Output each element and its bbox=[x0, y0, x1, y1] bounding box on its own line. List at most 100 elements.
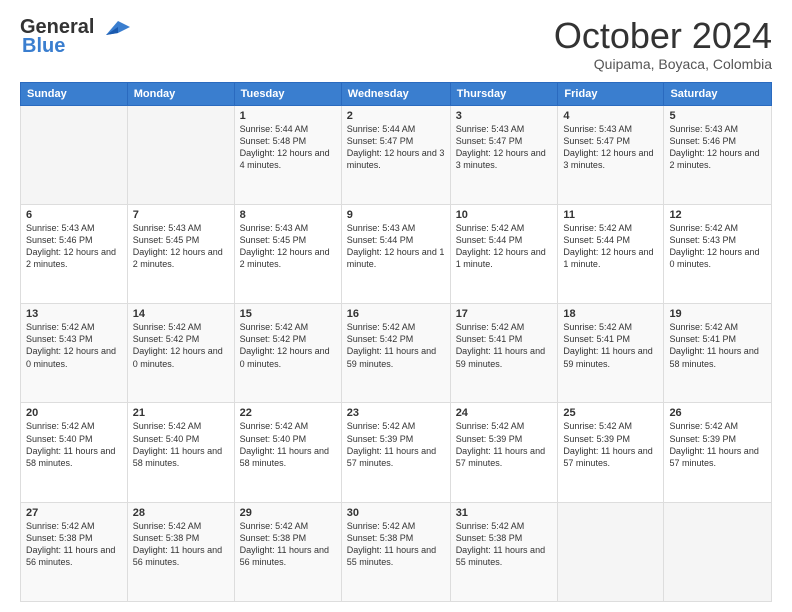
calendar-cell: 20Sunrise: 5:42 AMSunset: 5:40 PMDayligh… bbox=[21, 403, 128, 502]
calendar-header-saturday: Saturday bbox=[664, 82, 772, 105]
day-number: 18 bbox=[563, 308, 658, 320]
calendar-cell: 27Sunrise: 5:42 AMSunset: 5:38 PMDayligh… bbox=[21, 502, 128, 601]
title-block: October 2024 Quipama, Boyaca, Colombia bbox=[554, 16, 772, 72]
calendar-cell: 12Sunrise: 5:42 AMSunset: 5:43 PMDayligh… bbox=[664, 204, 772, 303]
day-number: 4 bbox=[563, 110, 658, 122]
calendar-cell: 23Sunrise: 5:42 AMSunset: 5:39 PMDayligh… bbox=[341, 403, 450, 502]
day-number: 1 bbox=[240, 110, 336, 122]
calendar-cell: 15Sunrise: 5:42 AMSunset: 5:42 PMDayligh… bbox=[234, 304, 341, 403]
day-number: 2 bbox=[347, 110, 445, 122]
day-info: Sunrise: 5:42 AMSunset: 5:39 PMDaylight:… bbox=[456, 420, 553, 469]
calendar-cell bbox=[664, 502, 772, 601]
day-info: Sunrise: 5:42 AMSunset: 5:38 PMDaylight:… bbox=[133, 520, 229, 569]
calendar-cell: 1Sunrise: 5:44 AMSunset: 5:48 PMDaylight… bbox=[234, 105, 341, 204]
day-number: 15 bbox=[240, 308, 336, 320]
day-info: Sunrise: 5:42 AMSunset: 5:39 PMDaylight:… bbox=[669, 420, 766, 469]
day-info: Sunrise: 5:43 AMSunset: 5:45 PMDaylight:… bbox=[133, 222, 229, 271]
day-number: 17 bbox=[456, 308, 553, 320]
calendar-cell: 22Sunrise: 5:42 AMSunset: 5:40 PMDayligh… bbox=[234, 403, 341, 502]
calendar-cell: 10Sunrise: 5:42 AMSunset: 5:44 PMDayligh… bbox=[450, 204, 558, 303]
page: General Blue October 2024 Quipama, Boyac… bbox=[0, 0, 792, 612]
calendar-cell: 24Sunrise: 5:42 AMSunset: 5:39 PMDayligh… bbox=[450, 403, 558, 502]
day-number: 5 bbox=[669, 110, 766, 122]
calendar-cell: 5Sunrise: 5:43 AMSunset: 5:46 PMDaylight… bbox=[664, 105, 772, 204]
day-info: Sunrise: 5:43 AMSunset: 5:47 PMDaylight:… bbox=[563, 123, 658, 172]
day-number: 25 bbox=[563, 407, 658, 419]
day-info: Sunrise: 5:42 AMSunset: 5:39 PMDaylight:… bbox=[563, 420, 658, 469]
calendar-header-row: SundayMondayTuesdayWednesdayThursdayFrid… bbox=[21, 82, 772, 105]
calendar-cell: 21Sunrise: 5:42 AMSunset: 5:40 PMDayligh… bbox=[127, 403, 234, 502]
calendar-header-wednesday: Wednesday bbox=[341, 82, 450, 105]
day-info: Sunrise: 5:42 AMSunset: 5:44 PMDaylight:… bbox=[563, 222, 658, 271]
day-number: 19 bbox=[669, 308, 766, 320]
day-info: Sunrise: 5:42 AMSunset: 5:40 PMDaylight:… bbox=[133, 420, 229, 469]
day-info: Sunrise: 5:42 AMSunset: 5:43 PMDaylight:… bbox=[26, 321, 122, 370]
day-number: 13 bbox=[26, 308, 122, 320]
day-info: Sunrise: 5:42 AMSunset: 5:38 PMDaylight:… bbox=[456, 520, 553, 569]
calendar-cell: 11Sunrise: 5:42 AMSunset: 5:44 PMDayligh… bbox=[558, 204, 664, 303]
day-info: Sunrise: 5:42 AMSunset: 5:38 PMDaylight:… bbox=[347, 520, 445, 569]
day-info: Sunrise: 5:42 AMSunset: 5:43 PMDaylight:… bbox=[669, 222, 766, 271]
day-number: 31 bbox=[456, 507, 553, 519]
calendar-cell: 2Sunrise: 5:44 AMSunset: 5:47 PMDaylight… bbox=[341, 105, 450, 204]
calendar-week-2: 6Sunrise: 5:43 AMSunset: 5:46 PMDaylight… bbox=[21, 204, 772, 303]
day-number: 10 bbox=[456, 209, 553, 221]
day-info: Sunrise: 5:43 AMSunset: 5:47 PMDaylight:… bbox=[456, 123, 553, 172]
logo-icon bbox=[98, 17, 130, 39]
day-info: Sunrise: 5:42 AMSunset: 5:38 PMDaylight:… bbox=[240, 520, 336, 569]
day-number: 30 bbox=[347, 507, 445, 519]
day-number: 24 bbox=[456, 407, 553, 419]
day-info: Sunrise: 5:44 AMSunset: 5:47 PMDaylight:… bbox=[347, 123, 445, 172]
day-info: Sunrise: 5:43 AMSunset: 5:46 PMDaylight:… bbox=[26, 222, 122, 271]
day-info: Sunrise: 5:42 AMSunset: 5:42 PMDaylight:… bbox=[347, 321, 445, 370]
calendar-cell: 8Sunrise: 5:43 AMSunset: 5:45 PMDaylight… bbox=[234, 204, 341, 303]
calendar-cell: 7Sunrise: 5:43 AMSunset: 5:45 PMDaylight… bbox=[127, 204, 234, 303]
day-info: Sunrise: 5:43 AMSunset: 5:44 PMDaylight:… bbox=[347, 222, 445, 271]
calendar-cell bbox=[127, 105, 234, 204]
calendar-cell: 3Sunrise: 5:43 AMSunset: 5:47 PMDaylight… bbox=[450, 105, 558, 204]
day-number: 8 bbox=[240, 209, 336, 221]
day-info: Sunrise: 5:42 AMSunset: 5:42 PMDaylight:… bbox=[240, 321, 336, 370]
calendar-cell: 29Sunrise: 5:42 AMSunset: 5:38 PMDayligh… bbox=[234, 502, 341, 601]
calendar-cell: 9Sunrise: 5:43 AMSunset: 5:44 PMDaylight… bbox=[341, 204, 450, 303]
header: General Blue October 2024 Quipama, Boyac… bbox=[20, 16, 772, 72]
day-info: Sunrise: 5:44 AMSunset: 5:48 PMDaylight:… bbox=[240, 123, 336, 172]
calendar-cell: 25Sunrise: 5:42 AMSunset: 5:39 PMDayligh… bbox=[558, 403, 664, 502]
day-info: Sunrise: 5:42 AMSunset: 5:40 PMDaylight:… bbox=[240, 420, 336, 469]
day-info: Sunrise: 5:42 AMSunset: 5:44 PMDaylight:… bbox=[456, 222, 553, 271]
day-number: 29 bbox=[240, 507, 336, 519]
calendar-table: SundayMondayTuesdayWednesdayThursdayFrid… bbox=[20, 82, 772, 602]
day-number: 20 bbox=[26, 407, 122, 419]
day-info: Sunrise: 5:42 AMSunset: 5:41 PMDaylight:… bbox=[669, 321, 766, 370]
calendar-cell: 26Sunrise: 5:42 AMSunset: 5:39 PMDayligh… bbox=[664, 403, 772, 502]
calendar-cell: 18Sunrise: 5:42 AMSunset: 5:41 PMDayligh… bbox=[558, 304, 664, 403]
day-info: Sunrise: 5:42 AMSunset: 5:40 PMDaylight:… bbox=[26, 420, 122, 469]
calendar-header-friday: Friday bbox=[558, 82, 664, 105]
day-info: Sunrise: 5:42 AMSunset: 5:39 PMDaylight:… bbox=[347, 420, 445, 469]
calendar-header-thursday: Thursday bbox=[450, 82, 558, 105]
logo-blue: Blue bbox=[22, 35, 65, 58]
day-number: 14 bbox=[133, 308, 229, 320]
calendar-week-1: 1Sunrise: 5:44 AMSunset: 5:48 PMDaylight… bbox=[21, 105, 772, 204]
calendar-header-tuesday: Tuesday bbox=[234, 82, 341, 105]
day-number: 9 bbox=[347, 209, 445, 221]
day-info: Sunrise: 5:42 AMSunset: 5:41 PMDaylight:… bbox=[563, 321, 658, 370]
calendar-cell: 13Sunrise: 5:42 AMSunset: 5:43 PMDayligh… bbox=[21, 304, 128, 403]
day-info: Sunrise: 5:42 AMSunset: 5:42 PMDaylight:… bbox=[133, 321, 229, 370]
calendar-week-3: 13Sunrise: 5:42 AMSunset: 5:43 PMDayligh… bbox=[21, 304, 772, 403]
day-number: 11 bbox=[563, 209, 658, 221]
day-number: 26 bbox=[669, 407, 766, 419]
calendar-cell: 17Sunrise: 5:42 AMSunset: 5:41 PMDayligh… bbox=[450, 304, 558, 403]
day-info: Sunrise: 5:42 AMSunset: 5:38 PMDaylight:… bbox=[26, 520, 122, 569]
day-info: Sunrise: 5:43 AMSunset: 5:45 PMDaylight:… bbox=[240, 222, 336, 271]
day-info: Sunrise: 5:43 AMSunset: 5:46 PMDaylight:… bbox=[669, 123, 766, 172]
day-number: 3 bbox=[456, 110, 553, 122]
calendar-cell bbox=[558, 502, 664, 601]
day-number: 6 bbox=[26, 209, 122, 221]
calendar-cell: 28Sunrise: 5:42 AMSunset: 5:38 PMDayligh… bbox=[127, 502, 234, 601]
day-info: Sunrise: 5:42 AMSunset: 5:41 PMDaylight:… bbox=[456, 321, 553, 370]
day-number: 12 bbox=[669, 209, 766, 221]
calendar-cell: 30Sunrise: 5:42 AMSunset: 5:38 PMDayligh… bbox=[341, 502, 450, 601]
calendar-cell bbox=[21, 105, 128, 204]
calendar-cell: 19Sunrise: 5:42 AMSunset: 5:41 PMDayligh… bbox=[664, 304, 772, 403]
